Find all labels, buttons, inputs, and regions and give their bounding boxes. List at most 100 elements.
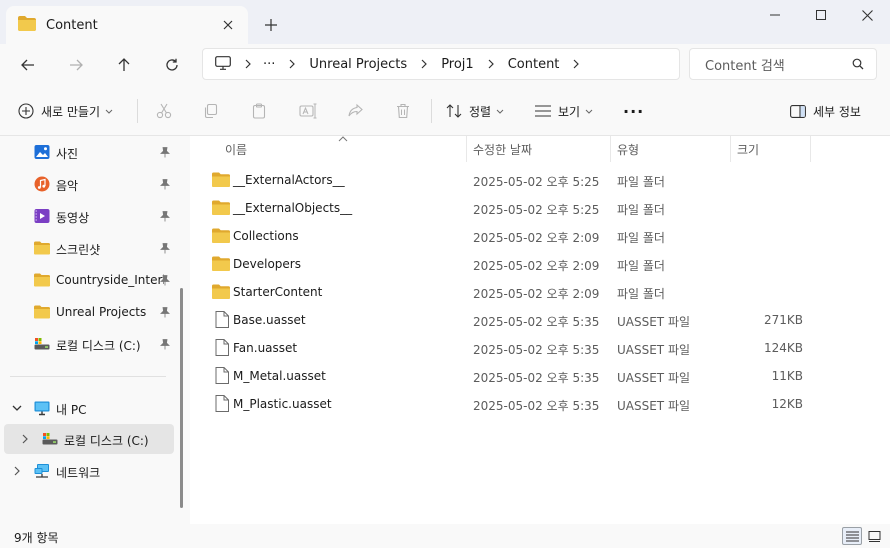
sidebar-item-local-disk[interactable]: 로컬 디스크 (C:) xyxy=(4,424,174,454)
sidebar-item-screenshots[interactable]: 스크린샷 xyxy=(0,233,176,263)
column-header-label: 이름 xyxy=(225,142,248,157)
tab-title: Content xyxy=(46,17,98,33)
chevron-right-icon[interactable] xyxy=(289,59,296,69)
folder-icon xyxy=(34,241,50,255)
file-date: 2025-05-02 오후 5:25 xyxy=(473,203,600,217)
table-row[interactable]: __ExternalActors__ 2025-05-02 오후 5:25 파일 폴… xyxy=(190,166,890,194)
navigation-pane: 사진 음악 동영상 스크린샷 Countryside_Interior Unre… xyxy=(0,136,190,524)
large-icons-view-button[interactable] xyxy=(864,527,884,545)
status-bar: 9개 항목 xyxy=(0,524,890,548)
table-row[interactable]: Fan.uasset 2025-05-02 오후 5:35 UASSET 파일 124… xyxy=(190,334,890,362)
sidebar-item-label: 로컬 디스크 (C:) xyxy=(56,339,141,353)
view-button[interactable]: 보기 xyxy=(535,98,593,124)
details-view-button[interactable] xyxy=(842,527,862,545)
sidebar-item-label: Countryside_Interior xyxy=(56,273,164,287)
table-row[interactable]: M_Plastic.uasset 2025-05-02 오후 5:35 UASSET… xyxy=(190,390,890,418)
chevron-right-icon[interactable] xyxy=(573,59,580,69)
pin-icon xyxy=(160,339,170,350)
drive-icon xyxy=(34,338,50,350)
sort-label: 정렬 xyxy=(469,104,492,119)
sidebar-item-network[interactable]: 네트워크 xyxy=(0,456,176,486)
file-icon xyxy=(215,367,233,384)
column-header-size[interactable]: 크기 xyxy=(737,136,759,162)
refresh-button[interactable] xyxy=(157,50,187,80)
video-icon xyxy=(34,209,50,223)
new-button[interactable]: 새로 만들기 xyxy=(18,98,113,124)
computer-icon xyxy=(215,55,231,73)
table-row[interactable]: M_Metal.uasset 2025-05-02 오후 5:35 UASSET 파… xyxy=(190,362,890,390)
sidebar-item-label: 내 PC xyxy=(56,403,87,417)
toolbar-divider xyxy=(431,99,432,123)
drive-icon xyxy=(42,433,58,445)
sidebar-item-local-disk-pinned[interactable]: 로컬 디스크 (C:) xyxy=(0,329,176,359)
column-header-type[interactable]: 유형 xyxy=(617,136,639,162)
column-divider[interactable] xyxy=(730,136,731,162)
column-divider[interactable] xyxy=(610,136,611,162)
file-name: Collections xyxy=(233,229,299,243)
sort-button[interactable]: 정렬 xyxy=(446,98,504,124)
chevron-down-icon xyxy=(585,109,593,114)
breadcrumb-content[interactable]: Content xyxy=(508,57,560,72)
file-type: 파일 폴더 xyxy=(617,259,665,273)
chevron-right-icon[interactable] xyxy=(245,59,251,69)
column-header-name[interactable]: 이름 xyxy=(225,136,247,162)
sidebar-item-label: 로컬 디스크 (C:) xyxy=(64,434,149,448)
file-name: Base.uasset xyxy=(233,313,306,327)
copy-button[interactable] xyxy=(200,100,222,122)
file-date: 2025-05-02 오후 5:35 xyxy=(473,343,600,357)
column-divider[interactable] xyxy=(810,136,811,162)
column-divider[interactable] xyxy=(466,136,467,162)
chevron-right-icon[interactable] xyxy=(488,59,494,69)
sidebar-item-this-pc[interactable]: 내 PC xyxy=(0,393,176,423)
minimize-button[interactable] xyxy=(752,4,798,26)
table-row[interactable]: StarterContent 2025-05-02 오후 2:09 파일 폴더 xyxy=(190,278,890,306)
up-button[interactable] xyxy=(109,50,139,80)
sidebar-item-photos[interactable]: 사진 xyxy=(0,137,176,167)
file-size: 124KB xyxy=(763,341,803,355)
table-row[interactable]: Collections 2025-05-02 오후 2:09 파일 폴더 xyxy=(190,222,890,250)
close-tab-button[interactable] xyxy=(218,15,238,35)
file-type: UASSET 파일 xyxy=(617,371,691,385)
sidebar-item-music[interactable]: 음악 xyxy=(0,169,176,199)
paste-button[interactable] xyxy=(248,100,270,122)
chevron-right-icon xyxy=(14,466,20,476)
sidebar-item-videos[interactable]: 동영상 xyxy=(0,201,176,231)
chevron-right-icon[interactable] xyxy=(421,59,428,69)
tab-content[interactable]: Content xyxy=(6,6,248,44)
file-icon xyxy=(215,395,233,412)
column-header-date[interactable]: 수정한 날짜 xyxy=(473,136,532,162)
arrow-left-icon xyxy=(21,59,34,71)
delete-button[interactable] xyxy=(392,100,414,122)
pin-icon xyxy=(160,147,170,158)
breadcrumb-proj1[interactable]: Proj1 xyxy=(441,57,474,72)
arrow-up-icon xyxy=(118,58,130,71)
new-tab-button[interactable] xyxy=(260,14,282,36)
file-name: StarterContent xyxy=(233,285,323,299)
sidebar-item-countryside-interior[interactable]: Countryside_Interior xyxy=(0,265,176,295)
forward-button[interactable] xyxy=(61,50,91,80)
table-row[interactable]: Developers 2025-05-02 오후 2:09 파일 폴더 xyxy=(190,250,890,278)
file-name: M_Plastic.uasset xyxy=(233,397,332,411)
details-pane-button[interactable]: 세부 정보 xyxy=(790,98,861,124)
rename-button[interactable] xyxy=(297,100,319,122)
chevron-down-icon xyxy=(105,109,113,114)
search-input[interactable]: Content 검색 xyxy=(689,48,877,80)
sidebar-scrollbar[interactable] xyxy=(180,288,183,508)
more-options-button[interactable]: ··· xyxy=(623,98,644,124)
sort-ascending-icon xyxy=(338,136,348,142)
clipboard-icon xyxy=(252,103,266,119)
cut-button[interactable] xyxy=(153,100,175,122)
share-button[interactable] xyxy=(344,100,366,122)
pin-icon xyxy=(160,275,170,286)
close-window-button[interactable] xyxy=(844,4,890,26)
back-button[interactable] xyxy=(13,50,43,80)
breadcrumb-ellipsis[interactable]: ··· xyxy=(263,57,275,72)
sidebar-item-unreal-projects[interactable]: Unreal Projects xyxy=(0,297,176,327)
column-header-label: 유형 xyxy=(617,142,640,157)
maximize-button[interactable] xyxy=(798,4,844,26)
table-row[interactable]: __ExternalObjects__ 2025-05-02 오후 5:25 파일 … xyxy=(190,194,890,222)
table-row[interactable]: Base.uasset 2025-05-02 오후 5:35 UASSET 파일 27… xyxy=(190,306,890,334)
minimize-icon xyxy=(770,14,780,16)
address-bar[interactable]: ··· Unreal Projects Proj1 Content xyxy=(202,48,680,80)
breadcrumb-unreal-projects[interactable]: Unreal Projects xyxy=(309,57,407,72)
